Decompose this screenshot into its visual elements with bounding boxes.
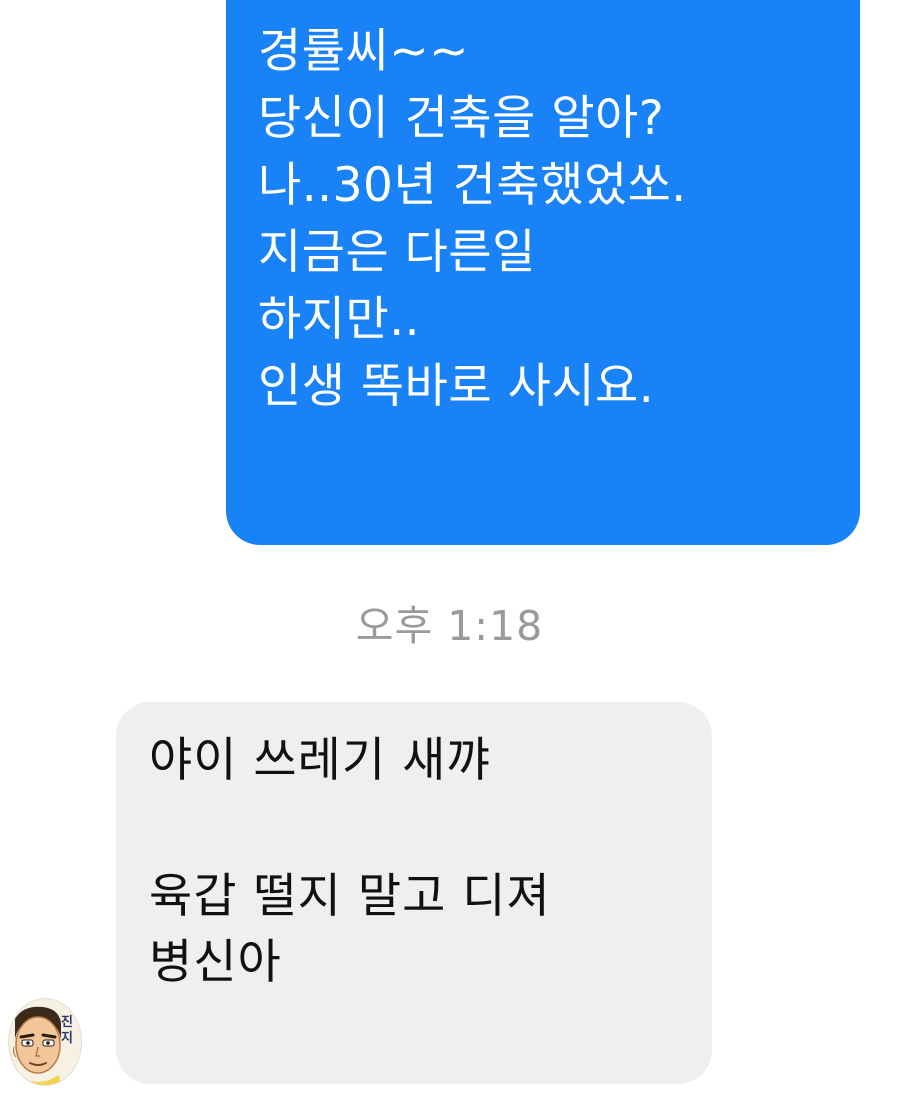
message-line: 야이 쓰레기 새꺄 (149, 733, 491, 788)
chat-thread: 경률씨~~ 당신이 건축을 알아? 나..30년 건축했었쏘. 지금은 다른일 … (0, 0, 899, 1119)
outgoing-message-bubble[interactable]: 경률씨~~ 당신이 건축을 알아? 나..30년 건축했었쏘. 지금은 다른일 … (226, 0, 860, 545)
message-line: 나..30년 건축했었쏘. (258, 158, 687, 213)
avatar-label-line-2: 지 (61, 1031, 73, 1046)
sender-avatar[interactable]: 진 지 (8, 998, 82, 1086)
message-line: 육갑 떨지 말고 디져 (149, 869, 551, 924)
message-line: 인생 똑바로 사시요. (258, 359, 655, 414)
message-timestamp: 오후 1:18 (355, 602, 544, 650)
message-line: 당신이 건축을 알아? (258, 91, 665, 146)
incoming-message-bubble[interactable]: 야이 쓰레기 새꺄 육갑 떨지 말고 디져 병신아 (116, 702, 712, 1084)
message-line: 지금은 다른일 (258, 225, 536, 280)
avatar-label: 진 지 (59, 1015, 75, 1047)
message-line: 병신아 (149, 935, 282, 990)
avatar-label-line-1: 진 (61, 1015, 73, 1030)
message-line: 하지만.. (258, 292, 421, 347)
message-line: 경률씨~~ (258, 24, 469, 79)
